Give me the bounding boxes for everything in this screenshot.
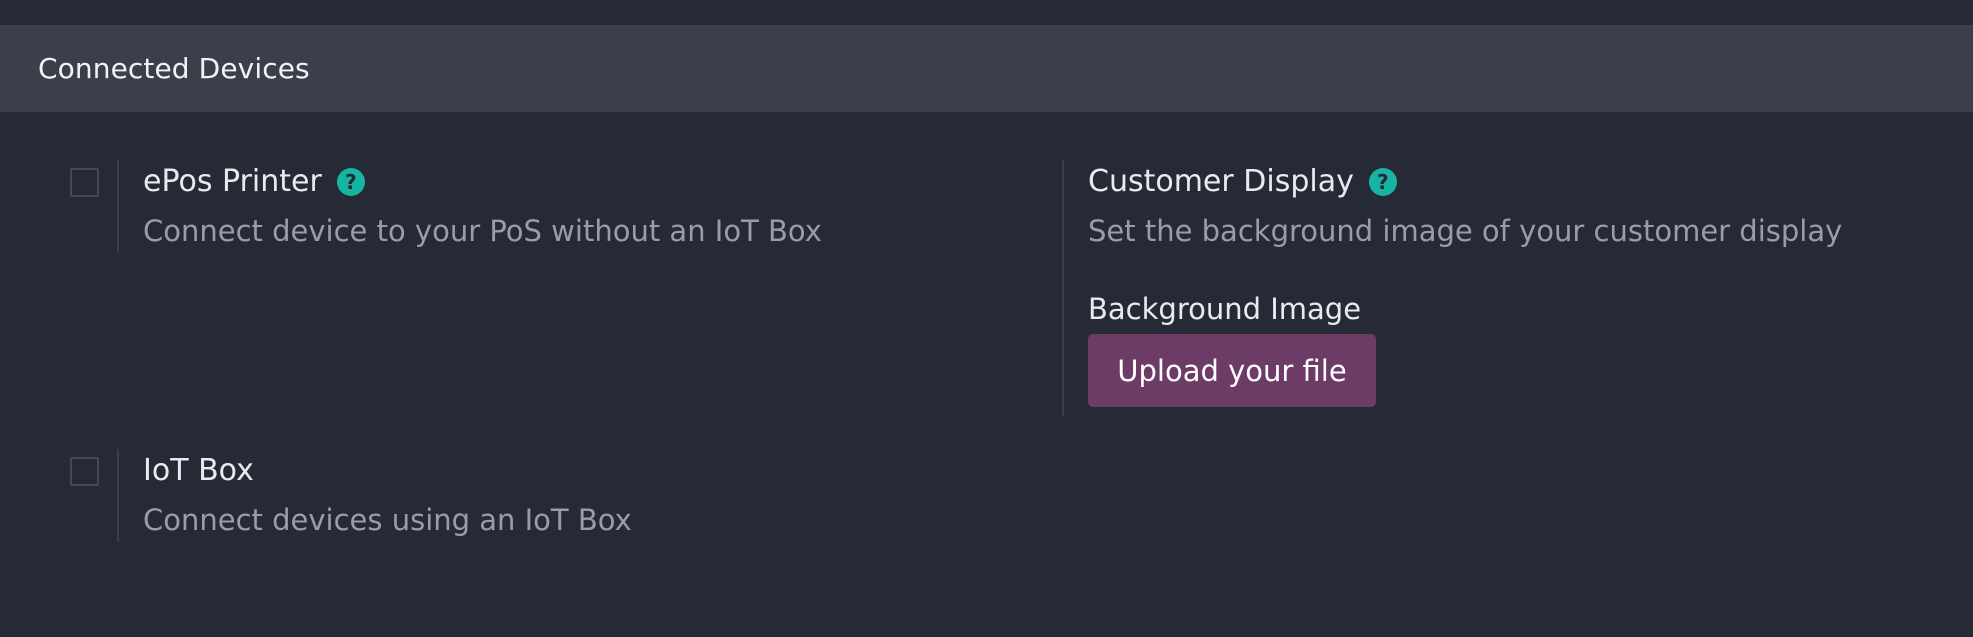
iot-box-checkbox[interactable]	[70, 457, 99, 486]
setting-divider	[117, 449, 119, 542]
iot-box-description: Connect devices using an IoT Box	[143, 503, 632, 537]
epos-printer-label-row: ePos Printer ?	[143, 164, 365, 199]
epos-printer-description: Connect device to your PoS without an Io…	[143, 214, 822, 248]
customer-display-label: Customer Display	[1088, 164, 1354, 199]
settings-page: Connected Devices ePos Printer ? Connect…	[0, 0, 1973, 637]
background-image-label: Background Image	[1088, 292, 1362, 326]
iot-box-label: IoT Box	[143, 453, 254, 488]
question-mark-icon[interactable]: ?	[1368, 167, 1397, 196]
setting-divider	[117, 160, 119, 253]
upload-file-button[interactable]: Upload your file	[1088, 334, 1376, 407]
epos-printer-checkbox[interactable]	[70, 168, 99, 197]
customer-display-label-row: Customer Display ?	[1088, 164, 1397, 199]
customer-display-description: Set the background image of your custome…	[1088, 214, 1843, 248]
epos-printer-label: ePos Printer	[143, 164, 322, 199]
question-mark-icon[interactable]: ?	[336, 167, 365, 196]
iot-box-label-row: IoT Box	[143, 453, 254, 488]
section-title: Connected Devices	[38, 52, 310, 85]
setting-divider	[1062, 160, 1064, 416]
section-header: Connected Devices	[0, 25, 1973, 112]
